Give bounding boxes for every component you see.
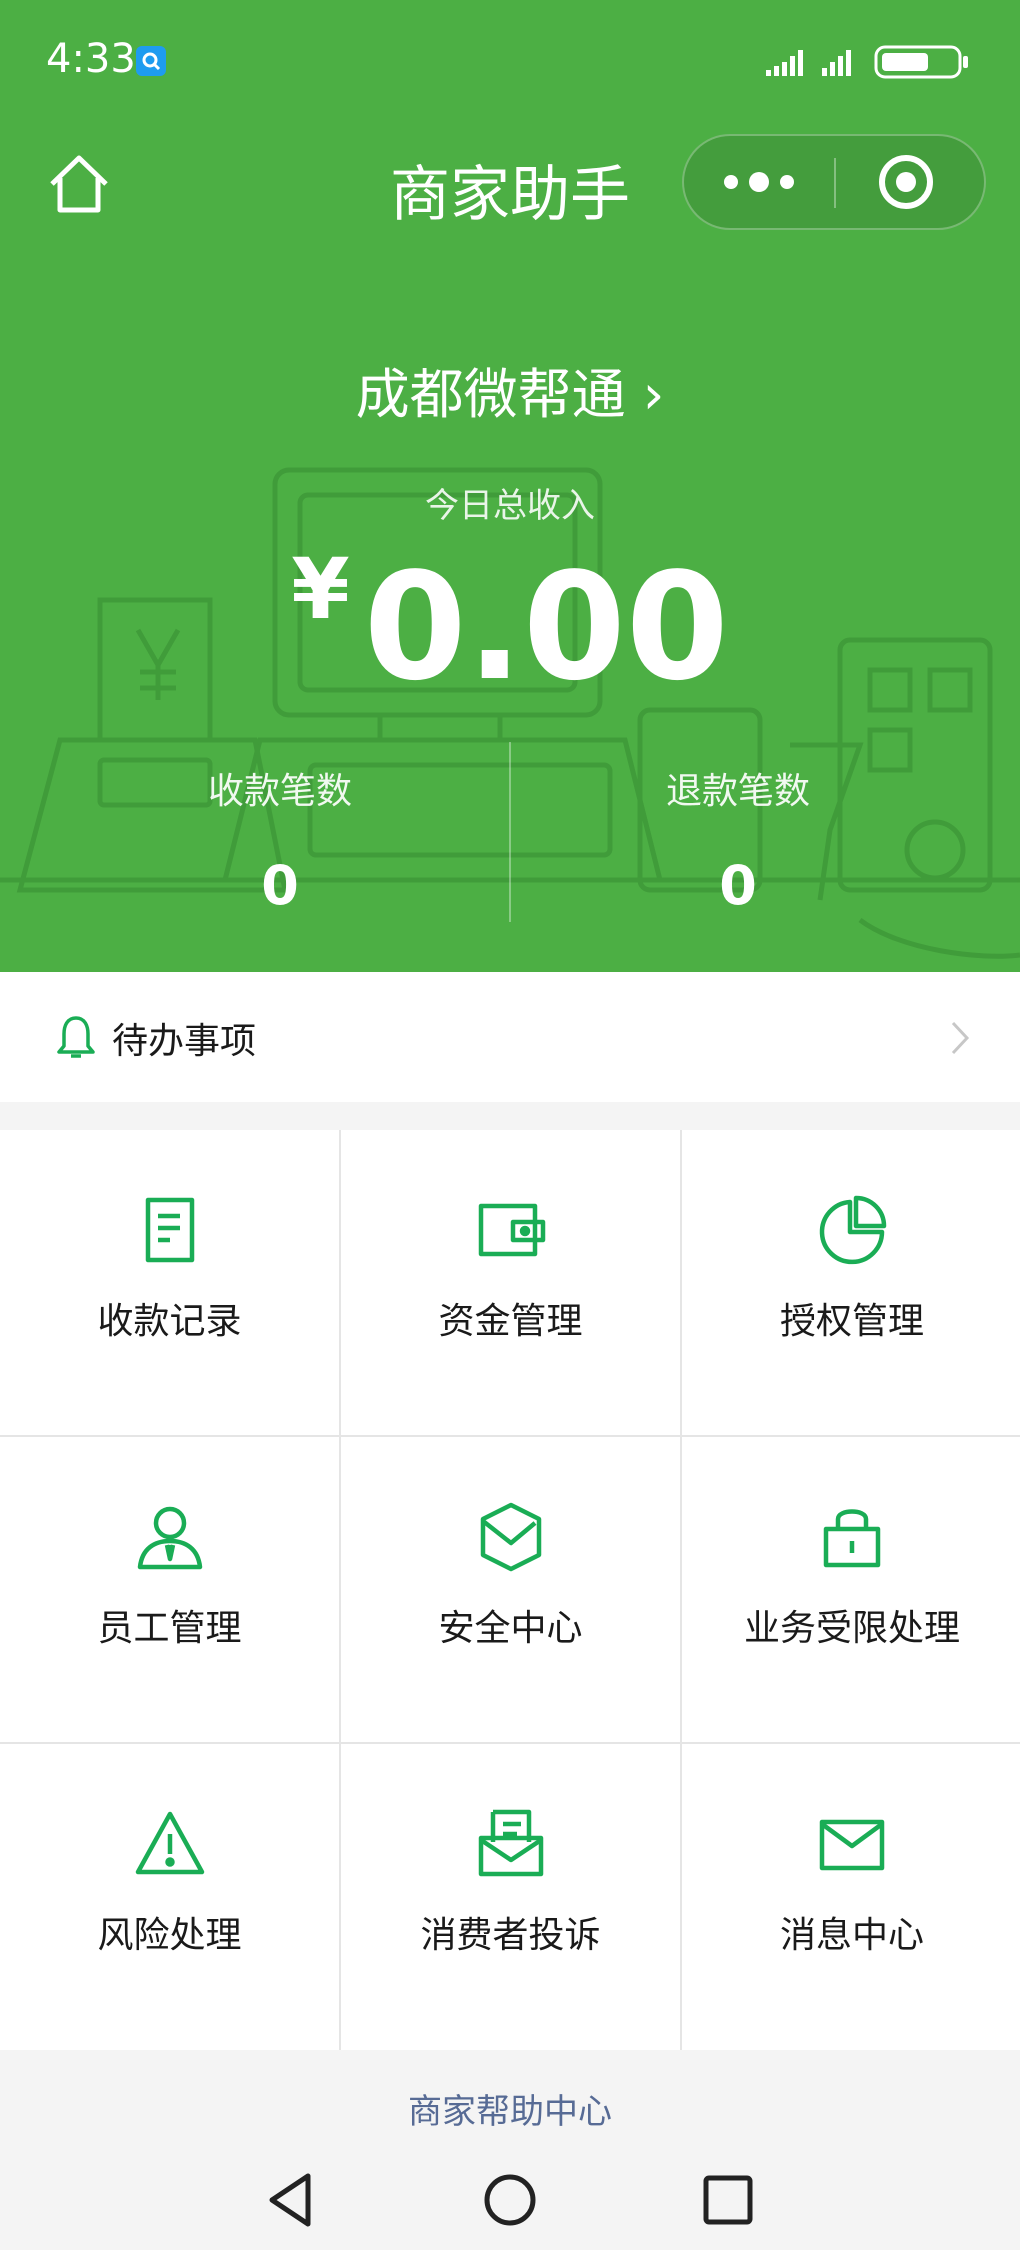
mini-program-capsule: [682, 134, 986, 230]
refund-count-label: 退款笔数: [665, 771, 810, 812]
income-label: 今日总收入: [425, 486, 595, 526]
tile-message-center[interactable]: 消息中心: [682, 1744, 1020, 2050]
chevron-right-icon: [950, 1020, 970, 1056]
refund-count-value: 0: [719, 854, 757, 917]
tile-label: 业务受限处理: [743, 1608, 960, 1649]
close-mini-program-icon[interactable]: [836, 136, 986, 228]
header-banner: 4:33 商家助手 成都微帮通 › 今日总收入 ¥0.00 收款笔数 0 退款笔…: [0, 0, 1020, 972]
recent-apps-square-icon[interactable]: [696, 2168, 760, 2232]
function-grid: 收款记录 资金管理 授权管理 员工管理 安全中心 业务受限处理 风险处理 消费者…: [0, 1130, 1020, 2050]
back-triangle-icon[interactable]: [262, 2168, 326, 2232]
tile-risk-handling[interactable]: 风险处理: [0, 1744, 339, 2050]
todo-row[interactable]: 待办事项: [0, 972, 1020, 1102]
refund-count-stat: 退款笔数 0: [538, 762, 938, 917]
todo-label: 待办事项: [112, 1021, 257, 1062]
tile-label: 风险处理: [97, 1915, 242, 1956]
tile-authorization-management[interactable]: 授权管理: [682, 1130, 1020, 1435]
bell-icon: [54, 1014, 98, 1060]
search-notification-icon: [136, 46, 166, 76]
tile-payment-records[interactable]: 收款记录: [0, 1130, 339, 1435]
payment-count-stat: 收款笔数 0: [80, 762, 480, 917]
merchant-help-center-link[interactable]: 商家帮助中心: [0, 2084, 1020, 2133]
stats-divider: [509, 742, 511, 922]
tile-security-center[interactable]: 安全中心: [341, 1437, 680, 1742]
shield-icon: [480, 1502, 541, 1572]
tile-label: 安全中心: [438, 1608, 583, 1649]
receipt-icon: [145, 1197, 194, 1263]
tile-business-restriction[interactable]: 业务受限处理: [682, 1437, 1020, 1742]
tile-label: 收款记录: [97, 1301, 242, 1342]
currency-symbol: ¥: [291, 540, 350, 638]
payment-count-label: 收款笔数: [207, 771, 352, 812]
staff-icon: [137, 1506, 202, 1570]
lock-icon: [823, 1509, 881, 1568]
income-value: 0.00: [363, 541, 729, 713]
tile-consumer-complaints[interactable]: 消费者投诉: [341, 1744, 680, 2050]
tile-fund-management[interactable]: 资金管理: [341, 1130, 680, 1435]
envelope-icon: [819, 1819, 885, 1871]
tile-label: 消息中心: [779, 1915, 924, 1956]
warning-icon: [135, 1811, 204, 1875]
tile-label: 员工管理: [97, 1608, 242, 1649]
pie-chart-icon: [819, 1195, 887, 1265]
store-name-link[interactable]: 成都微帮通 ›: [0, 350, 1020, 429]
status-time: 4:33: [46, 36, 136, 82]
payment-count-value: 0: [261, 854, 299, 917]
tile-label: 资金管理: [438, 1301, 583, 1342]
tile-staff-management[interactable]: 员工管理: [0, 1437, 339, 1742]
home-circle-icon[interactable]: [478, 2168, 542, 2232]
more-options-icon[interactable]: [684, 136, 834, 228]
tile-label: 授权管理: [779, 1301, 924, 1342]
status-icons: [766, 44, 976, 80]
income-amount: ¥0.00: [0, 540, 1020, 713]
complaint-mail-icon: [478, 1809, 543, 1877]
system-navigation-bar: [0, 2150, 1020, 2250]
wallet-icon: [478, 1203, 545, 1257]
tile-label: 消费者投诉: [420, 1915, 601, 1956]
signal-icon: [766, 50, 851, 76]
